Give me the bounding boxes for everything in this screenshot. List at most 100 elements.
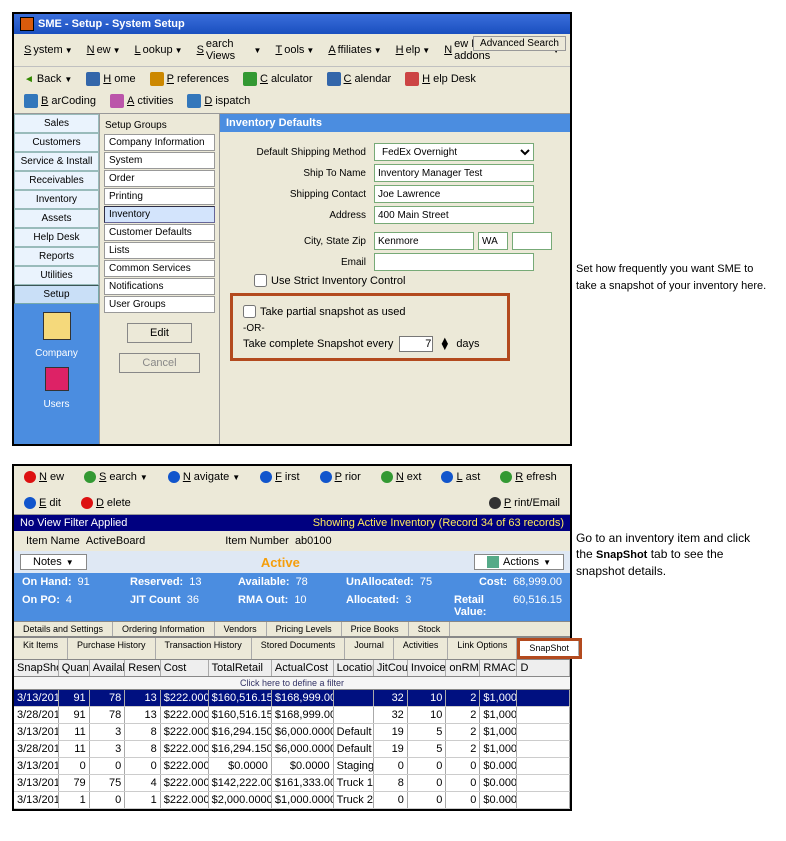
tab-vendors[interactable]: Vendors [215, 622, 267, 636]
menu-lookup[interactable]: Lookup ▼ [129, 42, 189, 58]
last-button[interactable]: Last [435, 468, 486, 486]
grid-filter-row[interactable]: Click here to define a filter [14, 677, 570, 690]
prior-button[interactable]: Prior [314, 468, 367, 486]
help desk-button[interactable]: Help Desk [399, 69, 482, 89]
table-row[interactable]: 3/28/20121138$222.0000$16,294.1500$6,000… [14, 741, 570, 758]
col-header[interactable]: RMACost [480, 660, 517, 676]
col-header[interactable]: Reserved [125, 660, 161, 676]
col-header[interactable]: Cost [161, 660, 209, 676]
email-input[interactable] [374, 253, 534, 271]
col-header[interactable]: ActualCost [272, 660, 334, 676]
next-button[interactable]: Next [375, 468, 428, 486]
tab-snapshot[interactable]: SnapShot [520, 641, 579, 656]
activities-button[interactable]: Activities [104, 91, 179, 111]
calculator-button[interactable]: Calculator [237, 69, 319, 89]
col-header[interactable]: onRMA [446, 660, 480, 676]
nav-help-desk[interactable]: Help Desk [14, 228, 99, 247]
company-icon[interactable] [43, 312, 71, 340]
col-header[interactable]: TotalRetail [209, 660, 272, 676]
setup-item-system[interactable]: System [104, 152, 215, 169]
setup-item-user-groups[interactable]: User Groups [104, 296, 215, 313]
strict-inventory-checkbox[interactable] [254, 274, 267, 287]
nav-inventory[interactable]: Inventory [14, 190, 99, 209]
setup-item-printing[interactable]: Printing [104, 188, 215, 205]
setup-item-inventory[interactable]: Inventory [104, 206, 215, 223]
col-header[interactable]: SnapShotDa [14, 660, 59, 676]
zip-input[interactable] [512, 232, 552, 250]
nav-receivables[interactable]: Receivables [14, 171, 99, 190]
table-row[interactable]: 3/28/2012917813$222.0000$160,516.1500$16… [14, 707, 570, 724]
shipping-method-select[interactable]: FedEx Overnight [374, 143, 534, 161]
col-header[interactable]: Location [334, 660, 374, 676]
users-icon[interactable] [45, 367, 69, 391]
col-header[interactable]: InvoicedJit [408, 660, 447, 676]
notes-dropdown[interactable]: Notes▼ [20, 554, 87, 570]
partial-snapshot-checkbox[interactable] [243, 305, 256, 318]
calendar-button[interactable]: Calendar [321, 69, 398, 89]
menu-new[interactable]: New ▼ [81, 42, 127, 58]
ship-to-input[interactable] [374, 164, 534, 182]
table-row[interactable]: 3/13/2012917813$222.0000$160,516.1500$16… [14, 690, 570, 707]
table-row[interactable]: 3/13/2012000$222.0000$0.0000$0.0000Stagi… [14, 758, 570, 775]
menu-tools[interactable]: Tools ▼ [269, 42, 320, 58]
actions-dropdown[interactable]: Actions▼ [474, 554, 564, 570]
menu-affiliates[interactable]: Affiliates ▼ [322, 42, 387, 58]
setup-item-company-information[interactable]: Company Information [104, 134, 215, 151]
address-input[interactable] [374, 206, 534, 224]
state-input[interactable] [478, 232, 508, 250]
tab-price-books[interactable]: Price Books [342, 622, 409, 636]
navigate-button[interactable]: Navigate ▼ [162, 468, 246, 486]
tab-activities[interactable]: Activities [394, 638, 449, 659]
delete-button[interactable]: Delete [75, 494, 137, 512]
edit-button[interactable]: Edit [18, 494, 67, 512]
cancel-button[interactable]: Cancel [119, 353, 199, 373]
tab-ordering-information[interactable]: Ordering Information [113, 622, 215, 636]
back-button[interactable]: ◄ Back ▼ [18, 70, 78, 88]
nav-utilities[interactable]: Utilities [14, 266, 99, 285]
nav-setup[interactable]: Setup [14, 285, 99, 304]
tab-kit-items[interactable]: Kit Items [14, 638, 68, 659]
tab-journal[interactable]: Journal [345, 638, 394, 659]
print-email-button[interactable]: Print/Email [483, 494, 566, 512]
edit-button[interactable]: Edit [127, 323, 192, 343]
table-row[interactable]: 3/13/20121138$222.0000$16,294.1500$6,000… [14, 724, 570, 741]
home-button[interactable]: Home [80, 69, 141, 89]
col-header[interactable]: JitCount [374, 660, 408, 676]
nav-sales[interactable]: Sales [14, 114, 99, 133]
nav-service-install[interactable]: Service & Install [14, 152, 99, 171]
advanced-search-button[interactable]: Advanced Search [473, 36, 566, 51]
table-row[interactable]: 3/13/201279754$222.0000$142,222.0000$161… [14, 775, 570, 792]
tab-details-and-settings[interactable]: Details and Settings [14, 622, 113, 636]
tab-pricing-levels[interactable]: Pricing Levels [267, 622, 342, 636]
setup-item-order[interactable]: Order [104, 170, 215, 187]
barcoding-button[interactable]: BarCoding [18, 91, 102, 111]
tab-stock[interactable]: Stock [409, 622, 451, 636]
refresh-button[interactable]: Refresh [494, 468, 563, 486]
col-header[interactable]: Quantity [59, 660, 90, 676]
tab-link-options[interactable]: Link Options [448, 638, 517, 659]
nav-assets[interactable]: Assets [14, 209, 99, 228]
days-input[interactable] [399, 336, 433, 352]
table-row[interactable]: 3/13/2012101$222.0000$2,000.0000$1,000.0… [14, 792, 570, 809]
setup-item-common-services[interactable]: Common Services [104, 260, 215, 277]
setup-item-customer-defaults[interactable]: Customer Defaults [104, 224, 215, 241]
contact-input[interactable] [374, 185, 534, 203]
menu-help[interactable]: Help ▼ [390, 42, 437, 58]
search-button[interactable]: Search ▼ [78, 468, 154, 486]
nav-reports[interactable]: Reports [14, 247, 99, 266]
setup-item-lists[interactable]: Lists [104, 242, 215, 259]
city-input[interactable] [374, 232, 474, 250]
tab-purchase-history[interactable]: Purchase History [68, 638, 156, 659]
menu-system[interactable]: System ▼ [18, 42, 79, 58]
col-header[interactable]: D [517, 660, 570, 676]
col-header[interactable]: Available [90, 660, 126, 676]
spin-down-icon[interactable]: ▼ [439, 344, 450, 350]
menu-search-views[interactable]: Search Views ▼ [191, 36, 268, 64]
first-button[interactable]: First [254, 468, 305, 486]
tab-transaction-history[interactable]: Transaction History [156, 638, 252, 659]
dispatch-button[interactable]: Dispatch [181, 91, 256, 111]
tab-stored-documents[interactable]: Stored Documents [252, 638, 346, 659]
setup-item-notifications[interactable]: Notifications [104, 278, 215, 295]
preferences-button[interactable]: Preferences [144, 69, 235, 89]
nav-customers[interactable]: Customers [14, 133, 99, 152]
